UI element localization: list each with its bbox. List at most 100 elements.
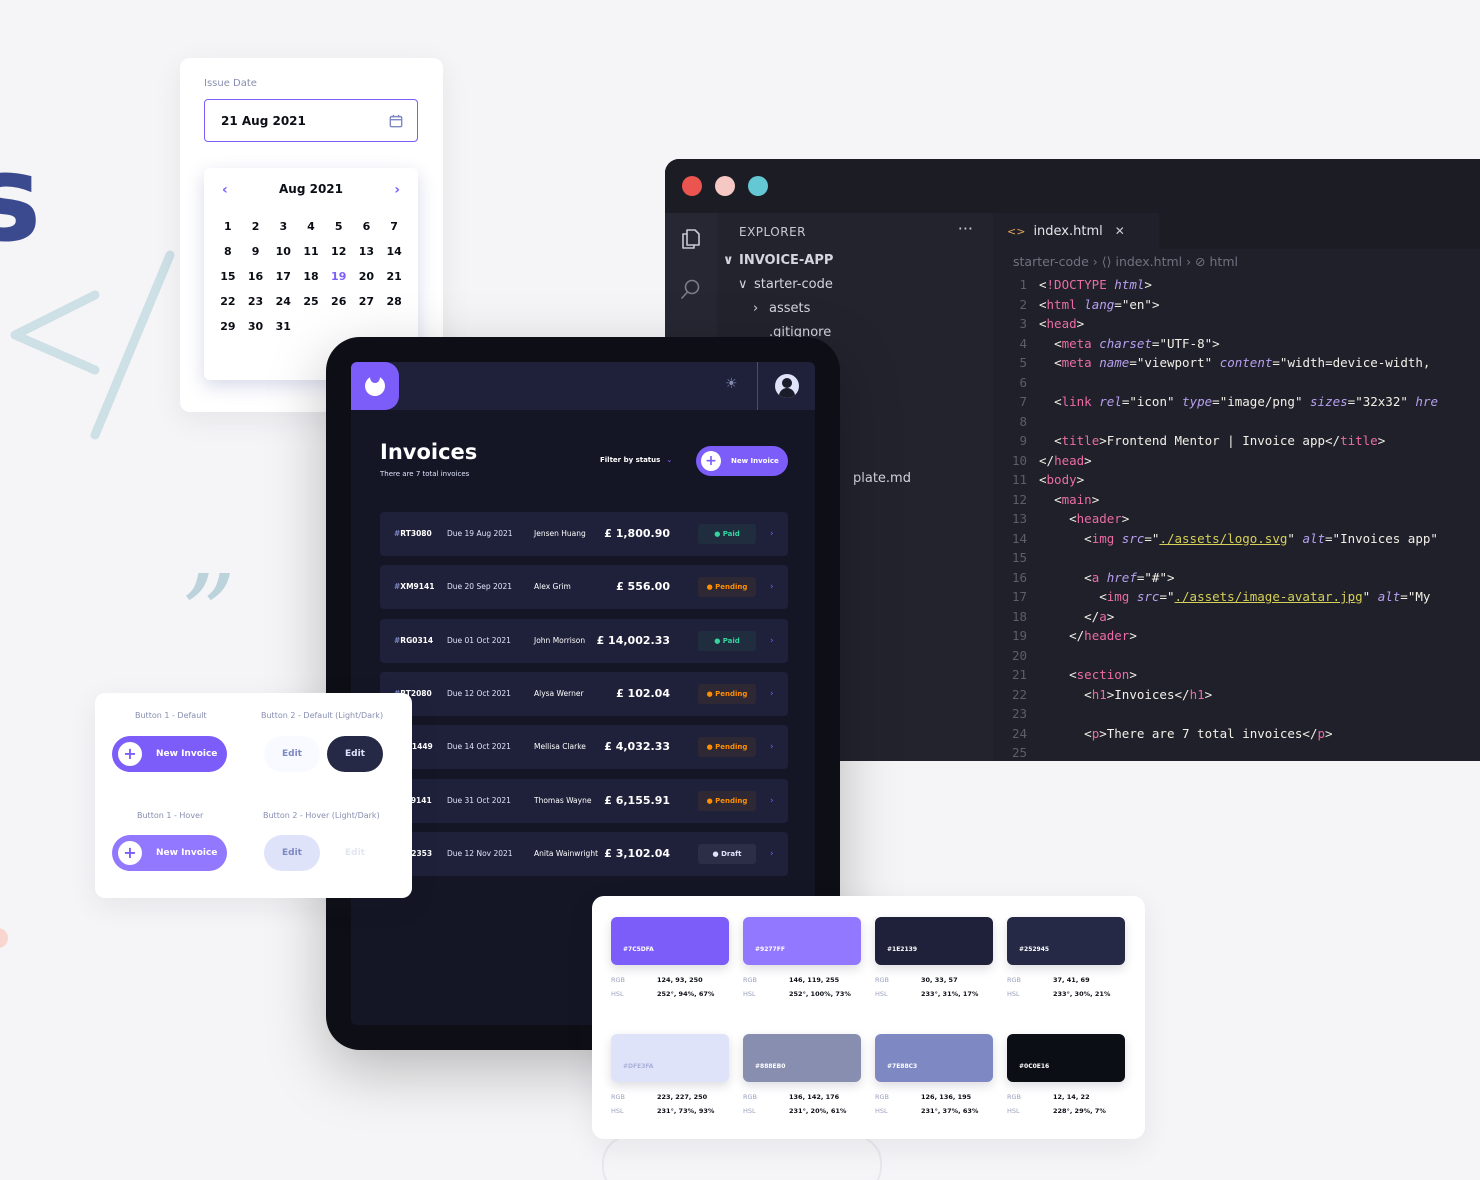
file-tree-label: INVOICE-APP (739, 253, 834, 268)
calendar-day[interactable]: 3 (269, 220, 297, 233)
calendar-day[interactable]: 25 (297, 295, 325, 308)
calendar-day[interactable]: 17 (269, 270, 297, 283)
calendar-day[interactable]: 29 (214, 320, 242, 333)
invoice-amount: £ 6,155.91 (604, 793, 670, 807)
invoice-row[interactable]: #RT3080 Due 19 Aug 2021 Jensen Huang £ 1,80… (380, 512, 788, 556)
calendar-day[interactable]: 10 (269, 245, 297, 258)
line-number: 24 (1011, 725, 1027, 741)
file-tree-item[interactable]: ∨ INVOICE-APP (717, 249, 993, 273)
minimize-window-button[interactable] (715, 176, 735, 196)
invoice-due-date: Due 12 Nov 2021 (447, 848, 513, 858)
status-badge: ● Draft (698, 843, 756, 864)
line-number: 17 (1011, 589, 1027, 604)
calendar-day[interactable]: 15 (214, 270, 242, 283)
file-tree-item[interactable]: ∨ starter-code (717, 273, 993, 297)
code-text: <head> (1039, 316, 1085, 331)
invoice-row[interactable]: #RG0314 Due 01 Oct 2021 John Morrison £ 14,… (380, 618, 788, 663)
code-text: </header> (1069, 628, 1137, 643)
chevron-icon: ∨ (723, 253, 734, 268)
rgb-key: RGB (611, 1093, 626, 1101)
chevron-right-icon[interactable]: › (770, 779, 774, 823)
calendar-day[interactable]: 24 (269, 295, 297, 308)
chevron-right-icon[interactable]: › (770, 565, 774, 609)
code-line: 19 </header> (993, 626, 1480, 646)
code-text: <img src="./assets/image-avatar.jpg" alt… (1099, 589, 1431, 604)
chevron-icon: ∨ (738, 277, 748, 292)
calendar-day[interactable]: 22 (214, 295, 242, 308)
color-swatch: #7C5DFA (611, 917, 729, 965)
chevron-right-icon[interactable]: › (770, 725, 774, 769)
calendar-day[interactable]: 21 (380, 270, 408, 283)
status-text: Draft (721, 849, 742, 858)
calendar-day[interactable]: 5 (325, 220, 353, 233)
calendar-month: Aug 2021 (279, 182, 343, 196)
file-tree-item[interactable]: › assets (717, 297, 993, 321)
invoice-row[interactable]: #RT2080Due 12 Oct 2021Alysa Werner£ 102.… (380, 671, 788, 716)
calendar-day[interactable]: 27 (353, 295, 381, 308)
rgb-key: RGB (611, 976, 626, 984)
chevron-right-icon[interactable]: › (770, 512, 774, 556)
calendar-day[interactable]: 20 (353, 270, 381, 283)
new-invoice-button-default[interactable]: + New Invoice (112, 736, 227, 772)
calendar-day[interactable]: 1 (214, 220, 242, 233)
rgb-value: 136, 142, 176 (789, 1093, 840, 1101)
hsl-key: HSL (743, 990, 756, 998)
chevron-right-icon[interactable]: › (770, 672, 774, 716)
new-invoice-button-hover[interactable]: + New Invoice (112, 835, 227, 871)
app-logo[interactable] (351, 362, 399, 410)
calendar-day[interactable]: 28 (380, 295, 408, 308)
code-line: 2 <html lang="en"> (993, 295, 1480, 315)
calendar-day[interactable]: 11 (297, 245, 325, 258)
edit-button-dark-hover[interactable]: Edit (327, 835, 383, 871)
chevron-right-icon[interactable]: › (770, 832, 774, 876)
calendar-day[interactable]: 31 (269, 320, 297, 333)
calendar-day[interactable]: 18 (297, 270, 325, 283)
client-name: Jensen Huang (534, 529, 586, 538)
chevron-right-icon[interactable]: › (770, 619, 774, 663)
chevron-right-icon[interactable]: › (394, 182, 400, 198)
new-invoice-button[interactable]: + New Invoice (696, 446, 788, 476)
line-number: 14 (1011, 530, 1027, 546)
calendar-day[interactable]: 23 (242, 295, 270, 308)
calendar-day[interactable]: 9 (242, 245, 270, 258)
issue-date-input[interactable]: 21 Aug 2021 (204, 99, 418, 142)
edit-button-light[interactable]: Edit (264, 736, 320, 772)
line-number: 19 (1011, 628, 1027, 643)
close-tab-icon[interactable]: ✕ (1115, 224, 1125, 238)
hsl-key: HSL (743, 1107, 756, 1115)
invoice-row[interactable]: #AA1449Due 14 Oct 2021Mellisa Clarke£ 4,… (380, 725, 788, 770)
calendar-day[interactable]: 13 (353, 245, 381, 258)
code-line: 14 <img src="./assets/logo.svg" alt="Inv… (993, 529, 1480, 549)
files-icon[interactable] (679, 227, 703, 251)
chevron-left-icon[interactable]: ‹ (222, 182, 228, 198)
invoice-row[interactable]: #TY9141Due 31 Oct 2021Thomas Wayne£ 6,15… (380, 778, 788, 823)
calendar-day[interactable]: 14 (380, 245, 408, 258)
calendar-day[interactable]: 19 (325, 270, 353, 283)
maximize-window-button[interactable] (748, 176, 768, 196)
invoice-row[interactable]: #FV2353Due 12 Nov 2021Anita Wainwright£ … (380, 831, 788, 876)
invoice-row[interactable]: #XM9141 Due 20 Sep 2021 Alex Grim £ 556.00 ●… (380, 565, 788, 610)
calendar-day[interactable]: 6 (353, 220, 381, 233)
tab-index-html[interactable]: <> index.html ✕ (993, 213, 1159, 249)
calendar-day[interactable]: 2 (242, 220, 270, 233)
search-icon[interactable] (679, 277, 703, 301)
sun-icon[interactable]: ☀ (725, 376, 738, 392)
calendar-day[interactable]: 16 (242, 270, 270, 283)
edit-button-light-hover[interactable]: Edit (264, 835, 320, 871)
filter-dropdown[interactable]: Filter by status ⌄ (600, 456, 672, 464)
calendar-day[interactable]: 30 (242, 320, 270, 333)
more-actions-icon[interactable]: ··· (958, 219, 973, 238)
calendar-day[interactable]: 7 (380, 220, 408, 233)
calendar-day[interactable]: 12 (325, 245, 353, 258)
status-badge: ● Pending (698, 790, 756, 811)
calendar-day[interactable]: 26 (325, 295, 353, 308)
avatar[interactable] (775, 374, 799, 398)
line-number: 11 (1011, 472, 1027, 487)
close-window-button[interactable] (682, 176, 702, 196)
explorer-title: EXPLORER (739, 225, 806, 239)
status-badge: ● Pending (698, 683, 756, 704)
edit-button-dark[interactable]: Edit (327, 736, 383, 772)
calendar-day[interactable]: 8 (214, 245, 242, 258)
hsl-value: 231°, 20%, 61% (789, 1107, 847, 1115)
calendar-day[interactable]: 4 (297, 220, 325, 233)
